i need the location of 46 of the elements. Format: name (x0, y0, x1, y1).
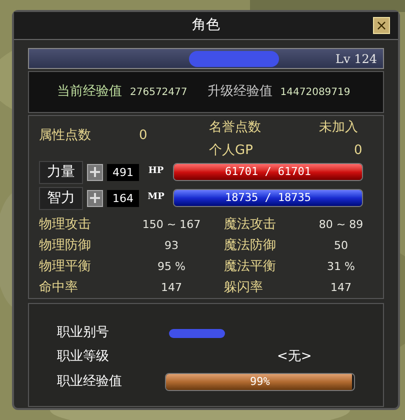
stat-value: 150 ~ 167 (141, 217, 202, 233)
experience-value: 14472089719 (280, 86, 350, 100)
stat-label: 命中率 (39, 279, 79, 296)
experience-label: 升级经验值 (207, 83, 272, 102)
bar-label: HP (147, 165, 165, 178)
attribute-name: 力量 (39, 160, 83, 184)
level-text: Lv 124 (336, 50, 377, 68)
stat-value: 147 (160, 280, 183, 296)
stat-label: 物理平衡 (39, 258, 92, 275)
stat-label: 魔法平衡 (224, 258, 277, 275)
bar-reading: 18735 / 18735 (224, 190, 312, 206)
add-point-button[interactable] (87, 190, 103, 206)
attribute-value: 164 (107, 190, 139, 206)
job-grade-label: 职业等级 (57, 348, 110, 366)
stat-label: 魔法攻击 (224, 216, 277, 233)
stat-label: 魔法防御 (224, 237, 277, 254)
job-grade-value: <无> (277, 348, 312, 366)
stat-value: 80 ~ 89 (318, 217, 364, 233)
plus-icon (90, 193, 100, 203)
attribute-points-value: 0 (139, 128, 148, 143)
stat-value: 95 % (156, 259, 186, 275)
window-title: 角色 (192, 16, 220, 35)
stat-value: 93 (164, 238, 180, 254)
bar-reading: 99% (248, 374, 271, 390)
stat-label: 躲闪率 (224, 279, 264, 296)
attribute-points-label: 属性点数 (39, 128, 92, 143)
stat-value: 50 (333, 238, 349, 254)
job-alias-label: 职业别号 (57, 324, 110, 342)
stat-label: 物理防御 (39, 237, 92, 254)
bar-label: MP (146, 191, 166, 204)
bar-reading: 61701 / 61701 (224, 164, 312, 180)
honor-points-value: 未加入 (318, 120, 359, 137)
plus-icon (90, 167, 100, 177)
close-button[interactable]: × (373, 17, 390, 34)
stat-value: 31 % (326, 259, 356, 275)
stat-label: 物理攻击 (39, 216, 92, 233)
attribute-name: 智力 (39, 186, 83, 210)
experience-value: 276572477 (130, 86, 188, 100)
gp-label: 个人GP (209, 143, 254, 158)
experience-label: 当前经验值 (57, 83, 122, 102)
job-exp-label: 职业经验值 (57, 373, 123, 392)
gp-value: 0 (353, 143, 364, 158)
add-point-button[interactable] (87, 164, 103, 180)
stat-value: 147 (330, 280, 352, 296)
honor-points-label: 名誉点数 (209, 120, 262, 137)
attribute-value: 491 (107, 164, 139, 180)
